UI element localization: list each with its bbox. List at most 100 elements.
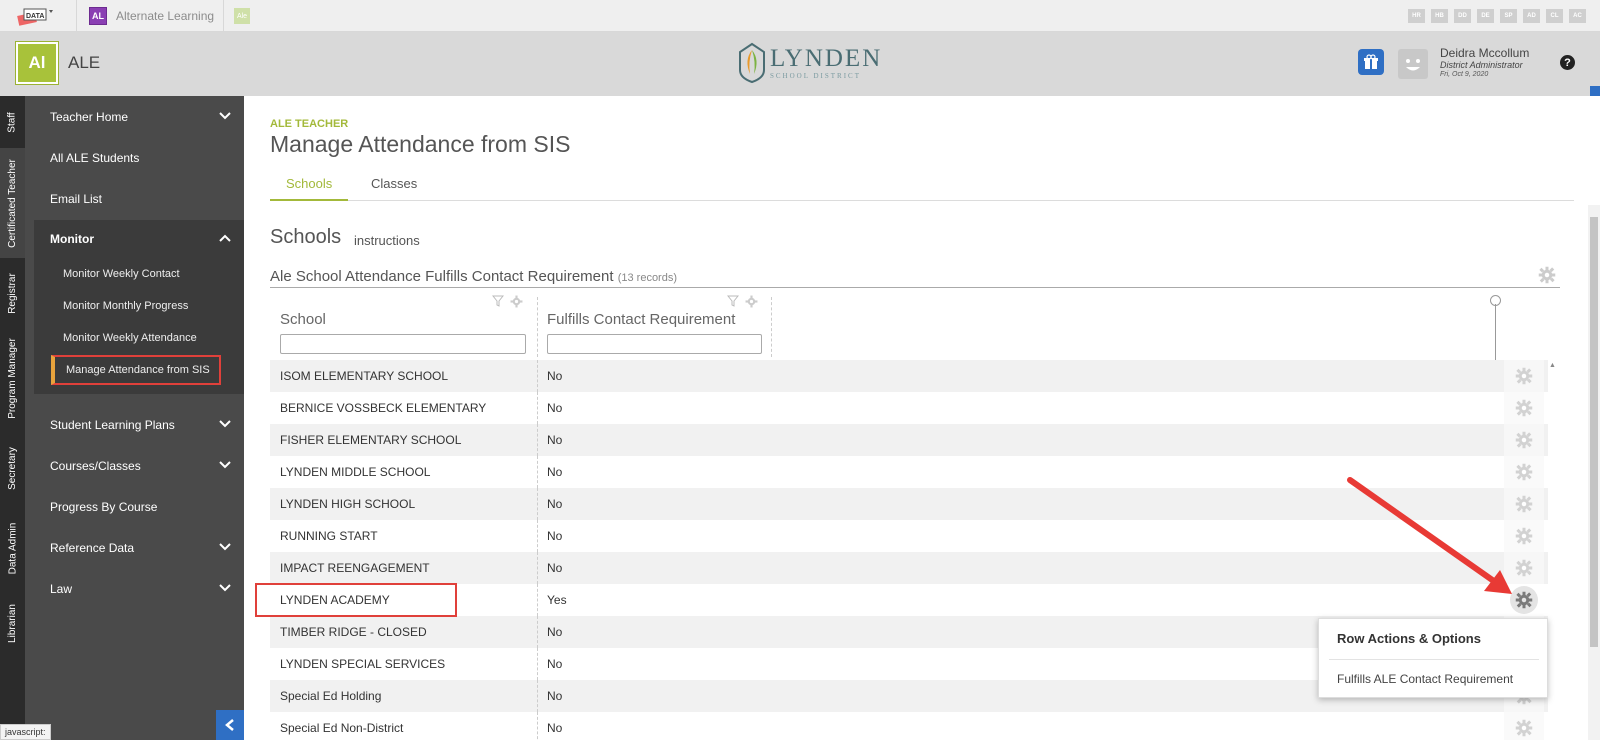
fulfills-filter-input[interactable] bbox=[547, 334, 762, 354]
module-dd-button[interactable]: DD bbox=[1454, 9, 1471, 23]
module-hr-button[interactable]: HR bbox=[1408, 9, 1425, 23]
row-actions-gear-icon[interactable] bbox=[1504, 520, 1544, 552]
fulfills-cell: Yes bbox=[547, 593, 567, 607]
page-title: Manage Attendance from SIS bbox=[270, 131, 571, 157]
role-tab-data-admin[interactable]: Data Admin bbox=[0, 508, 25, 588]
help-icon[interactable]: ? bbox=[1560, 55, 1575, 70]
cell-divider bbox=[537, 584, 538, 616]
grid-scroll-up-icon[interactable]: ▲ bbox=[1549, 362, 1556, 369]
row-actions-popup: Row Actions & Options Fulfills ALE Conta… bbox=[1318, 618, 1548, 698]
user-name[interactable]: Deidra Mccollum bbox=[1440, 46, 1529, 60]
ale-app-tab-icon[interactable]: Ale bbox=[234, 8, 250, 24]
chevron-down-icon bbox=[219, 584, 231, 592]
tab-classes[interactable]: Classes bbox=[371, 176, 417, 191]
school-cell: LYNDEN SPECIAL SERVICES bbox=[280, 657, 446, 671]
app-tab-alternate-learning[interactable]: AL Alternate Learning bbox=[76, 0, 224, 32]
instructions-link[interactable]: instructions bbox=[354, 233, 420, 248]
column-settings-gear-icon[interactable] bbox=[510, 295, 523, 308]
column-divider bbox=[537, 297, 538, 357]
row-actions-gear-icon[interactable] bbox=[1504, 456, 1544, 488]
page-scrollbar[interactable] bbox=[1588, 205, 1600, 740]
data-logo-icon[interactable]: DATA bbox=[14, 6, 54, 26]
fulfills-cell: No bbox=[547, 721, 563, 735]
ale-app-logo[interactable]: Al bbox=[15, 41, 59, 85]
scrollbar-thumb[interactable] bbox=[1590, 217, 1598, 647]
user-avatar[interactable] bbox=[1398, 49, 1428, 79]
table-row[interactable]: IMPACT REENGAGEMENT No bbox=[270, 552, 1548, 584]
table-row[interactable]: RUNNING START No bbox=[270, 520, 1548, 552]
row-actions-gear-icon[interactable] bbox=[1504, 712, 1544, 740]
sidebar-item-manage-attendance-sis[interactable]: Manage Attendance from SIS bbox=[51, 355, 221, 385]
row-actions-gear-icon[interactable] bbox=[1504, 424, 1544, 456]
cell-divider bbox=[537, 712, 538, 740]
module-ac-button[interactable]: AC bbox=[1569, 9, 1586, 23]
collapse-sidebar-button[interactable] bbox=[216, 710, 244, 740]
row-actions-gear-icon[interactable] bbox=[1504, 552, 1544, 584]
table-row[interactable]: FISHER ELEMENTARY SCHOOL No bbox=[270, 424, 1548, 456]
table-row[interactable]: LYNDEN ACADEMY Yes bbox=[270, 584, 1548, 616]
sidebar-item-monitor-weekly-contact[interactable]: Monitor Weekly Contact bbox=[63, 263, 243, 285]
school-cell: FISHER ELEMENTARY SCHOOL bbox=[280, 433, 462, 447]
sidebar-item-email-list[interactable]: Email List bbox=[25, 178, 244, 219]
column-settings-gear-icon[interactable] bbox=[745, 295, 758, 308]
record-count: (13 records) bbox=[617, 272, 677, 284]
sidebar-item-courses[interactable]: Courses/Classes bbox=[25, 445, 244, 486]
sidebar-item-reference-data[interactable]: Reference Data bbox=[25, 527, 244, 568]
table-row[interactable]: LYNDEN MIDDLE SCHOOL No bbox=[270, 456, 1548, 488]
fulfills-cell: No bbox=[547, 465, 563, 479]
al-app-icon: AL bbox=[89, 7, 107, 25]
column-header-fulfills[interactable]: Fulfills Contact Requirement bbox=[547, 311, 735, 328]
school-filter-input[interactable] bbox=[280, 334, 526, 354]
chevron-up-icon[interactable] bbox=[218, 231, 232, 245]
sidebar-item-teacher-home[interactable]: Teacher Home bbox=[25, 96, 244, 137]
sidebar-item-law[interactable]: Law bbox=[25, 568, 244, 609]
school-cell: LYNDEN MIDDLE SCHOOL bbox=[280, 465, 431, 479]
filter-icon[interactable] bbox=[727, 295, 739, 307]
row-highlight-annotation bbox=[255, 583, 457, 617]
sidebar-item-learning-plans[interactable]: Student Learning Plans bbox=[25, 404, 244, 445]
row-actions-gear-icon[interactable] bbox=[1504, 488, 1544, 520]
cell-divider bbox=[537, 456, 538, 488]
sidebar-item-progress-by-course[interactable]: Progress By Course bbox=[25, 486, 244, 527]
module-cl-button[interactable]: CL bbox=[1546, 9, 1563, 23]
fulfills-cell: No bbox=[547, 529, 563, 543]
grid-settings-gear-icon[interactable] bbox=[1538, 266, 1556, 284]
table-row[interactable]: ISOM ELEMENTARY SCHOOL No bbox=[270, 360, 1548, 392]
module-ad-button[interactable]: AD bbox=[1523, 9, 1540, 23]
row-actions-gear-icon[interactable] bbox=[1504, 360, 1544, 392]
sidebar-item-monitor-weekly-attendance[interactable]: Monitor Weekly Attendance bbox=[63, 327, 243, 349]
fulfills-contact-requirement-option[interactable]: Fulfills ALE Contact Requirement bbox=[1337, 672, 1513, 686]
role-tab-certificated-teacher[interactable]: Certificated Teacher bbox=[0, 148, 25, 258]
gift-icon[interactable] bbox=[1358, 49, 1384, 75]
school-cell: IMPACT REENGAGEMENT bbox=[280, 561, 430, 575]
tab-schools[interactable]: Schools bbox=[286, 176, 332, 191]
role-tab-staff[interactable]: Staff bbox=[0, 96, 25, 148]
table-row[interactable]: BERNICE VOSSBECK ELEMENTARY No bbox=[270, 392, 1548, 424]
column-header-school[interactable]: School bbox=[280, 311, 326, 328]
row-actions-gear-icon[interactable] bbox=[1504, 584, 1544, 616]
role-tab-registrar[interactable]: Registrar bbox=[0, 258, 25, 328]
sidebar-item-monitor[interactable]: Monitor bbox=[50, 232, 94, 246]
table-row[interactable]: Special Ed Non-District No bbox=[270, 712, 1548, 740]
school-cell: ISOM ELEMENTARY SCHOOL bbox=[280, 369, 449, 383]
fulfills-cell: No bbox=[547, 369, 563, 383]
role-tab-librarian[interactable]: Librarian bbox=[0, 588, 25, 658]
sidebar-nav: Teacher Home All ALE Students Email List… bbox=[25, 96, 244, 740]
role-tab-secretary[interactable]: Secretary bbox=[0, 428, 25, 508]
module-sp-button[interactable]: SP bbox=[1500, 9, 1517, 23]
fulfills-cell: No bbox=[547, 657, 563, 671]
fulfills-cell: No bbox=[547, 561, 563, 575]
module-hb-button[interactable]: HB bbox=[1431, 9, 1448, 23]
table-row[interactable]: LYNDEN HIGH SCHOOL No bbox=[270, 488, 1548, 520]
role-tab-program-manager[interactable]: Program Manager bbox=[0, 328, 25, 428]
district-logo: LYNDEN SCHOOL DISTRICT bbox=[738, 42, 882, 84]
scroll-top-button[interactable] bbox=[1590, 86, 1600, 96]
module-de-button[interactable]: DE bbox=[1477, 9, 1494, 23]
page-tabs: Schools Classes bbox=[270, 168, 1574, 201]
sidebar-item-monitor-monthly-progress[interactable]: Monitor Monthly Progress bbox=[63, 295, 243, 317]
row-actions-gear-icon[interactable] bbox=[1504, 392, 1544, 424]
fulfills-cell: No bbox=[547, 433, 563, 447]
sidebar-item-all-students[interactable]: All ALE Students bbox=[25, 137, 244, 178]
filter-icon[interactable] bbox=[492, 295, 504, 307]
district-name: LYNDEN bbox=[770, 45, 883, 72]
